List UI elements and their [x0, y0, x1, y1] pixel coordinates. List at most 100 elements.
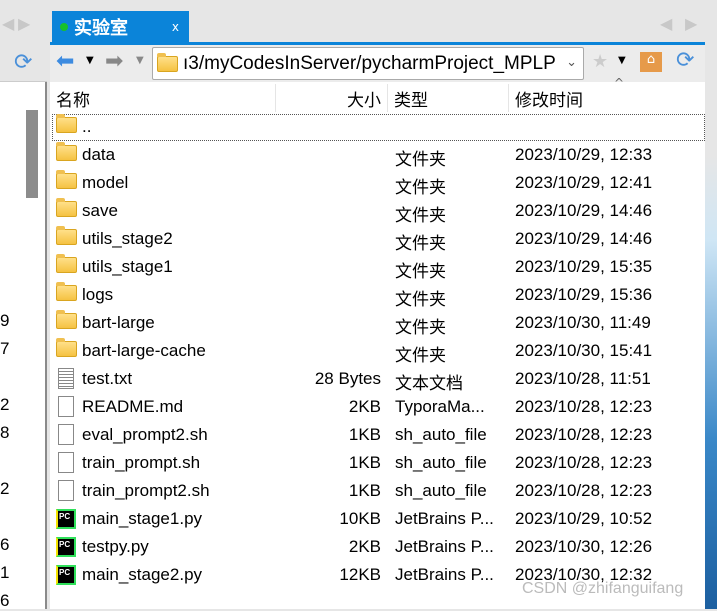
file-type: 文件夹 — [395, 206, 446, 225]
tab-lab[interactable]: 实验室 x — [52, 11, 189, 43]
file-type: TyporaMa... — [395, 397, 485, 416]
file-size: 2KB — [348, 397, 381, 416]
file-modified: 2023/10/30, 15:41 — [515, 341, 653, 360]
file-row[interactable]: save 文件夹 2023/10/29, 14:46 — [52, 197, 705, 225]
desktop-background — [705, 42, 717, 609]
sort-ascending-icon: ^ — [614, 76, 625, 90]
file-row[interactable]: utils_stage1 文件夹 2023/10/29, 15:35 — [52, 253, 705, 281]
file-type: sh_auto_file — [395, 453, 487, 472]
refresh-icon[interactable]: ⟳ — [676, 48, 694, 73]
file-type: JetBrains P... — [395, 565, 494, 584]
file-row[interactable]: bart-large-cache 文件夹 2023/10/30, 15:41 — [52, 337, 705, 365]
file-row[interactable]: README.md 2KB TyporaMa... 2023/10/28, 12:23 — [52, 393, 705, 421]
file-name: .. — [82, 117, 92, 136]
file-type: sh_auto_file — [395, 425, 487, 444]
file-row[interactable]: test.txt 28 Bytes 文本文档 2023/10/28, 11:51 — [52, 365, 705, 393]
column-header-type[interactable]: 类型 — [388, 84, 509, 112]
file-row[interactable]: eval_prompt2.sh 1KB sh_auto_file 2023/10/28… — [52, 421, 705, 449]
address-bar[interactable]: ı3/myCodesInServer/pycharmProject_MPLP ⌄ — [152, 47, 584, 80]
file-row[interactable]: .. — [52, 113, 705, 141]
tab-close-button[interactable]: x — [172, 20, 179, 34]
folder-icon — [56, 310, 77, 329]
left-pane-number: 2 — [0, 479, 10, 498]
file-name: save — [82, 201, 118, 220]
pycharm-icon: PC — [56, 537, 76, 557]
left-pane-number: 8 — [0, 423, 10, 442]
parent-folder-icon[interactable]: ⌂ — [640, 52, 662, 72]
left-pane-number: 6 — [0, 535, 10, 554]
scroll-right-icon[interactable]: ▶ — [18, 14, 30, 33]
folder-icon — [56, 338, 77, 357]
file-modified: 2023/10/29, 15:36 — [515, 285, 653, 304]
file-row[interactable]: train_prompt2.sh 1KB sh_auto_file 2023/10/2… — [52, 477, 705, 505]
file-size: 2KB — [348, 537, 381, 556]
file-modified: 2023/10/30, 11:49 — [515, 313, 651, 332]
left-pane-number: 9 — [0, 311, 10, 330]
file-row[interactable]: data 文件夹 2023/10/29, 12:33 — [52, 141, 705, 169]
file-type: JetBrains P... — [395, 537, 494, 556]
file-name: testpy.py — [82, 537, 149, 556]
file-type: 文件夹 — [395, 178, 446, 197]
file-type: JetBrains P... — [395, 509, 494, 528]
file-type: 文本文档 — [395, 374, 463, 393]
bookmark-star-icon[interactable]: ★ — [592, 51, 608, 72]
file-modified: 2023/10/28, 12:23 — [515, 397, 653, 416]
file-modified: 2023/10/28, 11:51 — [515, 369, 651, 388]
left-refresh-icon[interactable]: ⟳ — [14, 50, 32, 75]
file-type: 文件夹 — [395, 290, 446, 309]
tabs-scroll-right-icon[interactable]: ▶ — [685, 14, 697, 33]
file-name: eval_prompt2.sh — [82, 425, 208, 444]
file-modified: 2023/10/28, 12:23 — [515, 481, 653, 500]
left-scrollbar-thumb[interactable] — [26, 110, 38, 198]
folder-icon — [56, 114, 77, 133]
file-size: 28 Bytes — [314, 369, 381, 388]
folder-icon — [56, 226, 77, 245]
scroll-left-icon[interactable]: ◀ — [2, 14, 14, 33]
file-modified: 2023/10/29, 12:33 — [515, 145, 653, 164]
folder-icon — [56, 198, 77, 217]
file-row[interactable]: model 文件夹 2023/10/29, 12:41 — [52, 169, 705, 197]
folder-icon — [56, 282, 77, 301]
left-pane-number: 7 — [0, 339, 10, 358]
column-header-modified[interactable]: 修改时间 — [509, 84, 705, 112]
folder-icon — [56, 254, 77, 273]
back-icon[interactable]: ⬅ — [56, 49, 74, 74]
file-name: test.txt — [82, 369, 133, 388]
file-row[interactable]: PC main_stage1.py 10KB JetBrains P... 2023/1… — [52, 505, 705, 533]
left-pane-number: 2 — [0, 395, 10, 414]
file-name: train_prompt2.sh — [82, 481, 210, 500]
column-header-name[interactable]: 名称 — [52, 84, 276, 112]
file-row[interactable]: bart-large 文件夹 2023/10/30, 11:49 — [52, 309, 705, 337]
file-name: main_stage2.py — [82, 565, 203, 584]
column-header-size[interactable]: 大小 — [276, 84, 388, 112]
watermark: CSDN @zhifanguifang — [522, 580, 684, 597]
file-icon — [58, 480, 74, 501]
forward-icon[interactable]: ➡ — [105, 49, 123, 74]
file-name: data — [82, 145, 116, 164]
file-modified: 2023/10/30, 12:26 — [515, 537, 653, 556]
file-row[interactable]: utils_stage2 文件夹 2023/10/29, 14:46 — [52, 225, 705, 253]
file-icon — [58, 452, 74, 473]
file-icon — [58, 424, 74, 445]
file-type: 文件夹 — [395, 346, 446, 365]
file-icon — [58, 396, 74, 417]
file-type: sh_auto_file — [395, 481, 487, 500]
tab-title: 实验室 — [74, 18, 128, 39]
file-modified: 2023/10/29, 14:46 — [515, 201, 653, 220]
back-dropdown-icon[interactable]: ▼ — [86, 55, 94, 66]
forward-dropdown-icon[interactable]: ▼ — [136, 55, 144, 66]
file-row[interactable]: PC testpy.py 2KB JetBrains P... 2023/10/30, … — [52, 533, 705, 561]
status-dot-icon — [60, 23, 68, 31]
address-dropdown-icon[interactable]: ⌄ — [566, 54, 577, 70]
file-name: bart-large — [82, 313, 155, 332]
bookmark-dropdown-icon[interactable]: ▼ — [618, 55, 626, 66]
left-toolbar: ⟳ — [0, 42, 47, 82]
file-name: utils_stage2 — [82, 229, 173, 248]
file-name: logs — [82, 285, 114, 304]
file-row[interactable]: logs 文件夹 2023/10/29, 15:36 — [52, 281, 705, 309]
file-row[interactable]: train_prompt.sh 1KB sh_auto_file 2023/10/28… — [52, 449, 705, 477]
tabs-scroll-left-icon[interactable]: ◀ — [660, 14, 672, 33]
file-modified: 2023/10/29, 12:41 — [515, 173, 653, 192]
left-pane-number: 6 — [0, 591, 10, 610]
file-size: 1KB — [348, 453, 381, 472]
